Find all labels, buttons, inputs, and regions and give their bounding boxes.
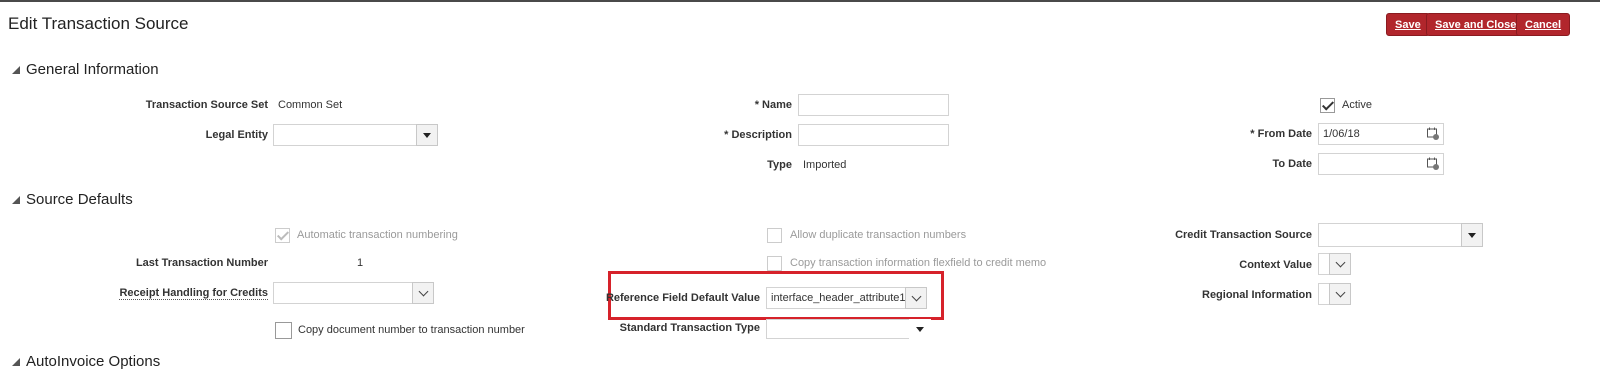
standard-transaction-type-label: Standard Transaction Type <box>619 322 760 334</box>
collapse-triangle-icon <box>12 357 20 366</box>
calendar-icon[interactable] <box>1427 157 1439 170</box>
credit-transaction-source-label: Credit Transaction Source <box>1175 229 1312 241</box>
caret-down-icon <box>1468 232 1476 238</box>
checkmark-icon <box>1321 98 1335 111</box>
section-general-information[interactable]: General Information <box>12 61 159 78</box>
section-title: Source Defaults <box>26 191 133 208</box>
dropdown-button[interactable] <box>1461 223 1483 247</box>
chevron-down-icon <box>1335 257 1345 268</box>
copy-document-number-label: Copy document number to transaction numb… <box>298 324 525 336</box>
section-title: General Information <box>26 61 159 78</box>
name-input[interactable] <box>798 94 949 116</box>
allow-duplicate-checkbox[interactable] <box>767 228 782 243</box>
to-date-label: To Date <box>1272 158 1312 170</box>
copy-document-number-checkbox[interactable] <box>275 322 292 339</box>
section-autoinvoice-options[interactable]: AutoInvoice Options <box>12 353 160 370</box>
legal-entity-label: Legal Entity <box>205 129 268 141</box>
chevron-down-icon <box>418 286 428 297</box>
to-date-input[interactable] <box>1318 153 1444 175</box>
credit-transaction-source-select[interactable] <box>1318 223 1483 247</box>
save-and-close-button[interactable]: Save and Close <box>1426 13 1526 36</box>
regional-information-select[interactable] <box>1318 283 1351 305</box>
from-date-input[interactable]: 1/06/18 <box>1318 123 1444 145</box>
dropdown-button[interactable] <box>1329 283 1351 305</box>
save-button[interactable]: Save <box>1386 13 1430 36</box>
last-transaction-number-value: 1 <box>357 257 364 269</box>
type-value: Imported <box>803 159 847 171</box>
checkmark-icon <box>276 228 290 241</box>
description-input[interactable] <box>798 124 949 146</box>
standard-transaction-type-select[interactable] <box>766 319 931 339</box>
caret-down-icon <box>916 326 924 332</box>
dropdown-button[interactable] <box>412 282 434 304</box>
allow-duplicate-label: Allow duplicate transaction numbers <box>790 229 967 241</box>
transaction-source-set-value: Common Set <box>278 99 343 111</box>
chevron-down-icon <box>1335 287 1345 298</box>
required-marker: * <box>1250 128 1255 140</box>
collapse-triangle-icon <box>12 195 20 204</box>
dropdown-button[interactable] <box>1329 253 1351 275</box>
dropdown-button[interactable] <box>909 319 931 339</box>
dropdown-button[interactable] <box>416 124 438 146</box>
receipt-handling-label[interactable]: Receipt Handling for Credits <box>119 287 268 300</box>
description-label: * Description <box>724 129 792 141</box>
cancel-button[interactable]: Cancel <box>1516 13 1571 36</box>
required-marker: * <box>754 99 759 111</box>
copy-flexfield-label: Copy transaction information flexfield t… <box>790 257 1047 269</box>
context-value-label: Context Value <box>1239 259 1312 271</box>
automatic-numbering-label: Automatic transaction numbering <box>297 229 458 241</box>
reference-field-select[interactable]: interface_header_attribute1 <box>766 287 927 309</box>
context-value-select[interactable] <box>1318 253 1351 275</box>
required-marker: * <box>724 129 729 141</box>
collapse-triangle-icon <box>12 65 20 74</box>
chevron-down-icon <box>911 291 921 302</box>
from-date-label: * From Date <box>1250 128 1312 140</box>
receipt-handling-select[interactable] <box>273 282 434 304</box>
page-title: Edit Transaction Source <box>8 14 189 33</box>
active-checkbox[interactable] <box>1320 98 1335 113</box>
copy-flexfield-checkbox[interactable] <box>767 256 782 271</box>
dropdown-button[interactable] <box>905 287 927 309</box>
calendar-icon[interactable] <box>1427 127 1439 140</box>
type-label: Type <box>767 159 792 171</box>
section-source-defaults[interactable]: Source Defaults <box>12 191 133 208</box>
last-transaction-number-label: Last Transaction Number <box>135 257 268 269</box>
regional-information-label: Regional Information <box>1202 289 1312 301</box>
active-label: Active <box>1342 99 1372 111</box>
reference-field-label: Reference Field Default Value <box>605 292 760 304</box>
legal-entity-select[interactable] <box>273 124 438 146</box>
transaction-source-set-label: Transaction Source Set <box>145 99 268 111</box>
automatic-numbering-checkbox[interactable] <box>275 228 290 243</box>
name-label: * Name <box>754 99 792 111</box>
section-title: AutoInvoice Options <box>26 353 161 370</box>
caret-down-icon <box>423 132 431 138</box>
